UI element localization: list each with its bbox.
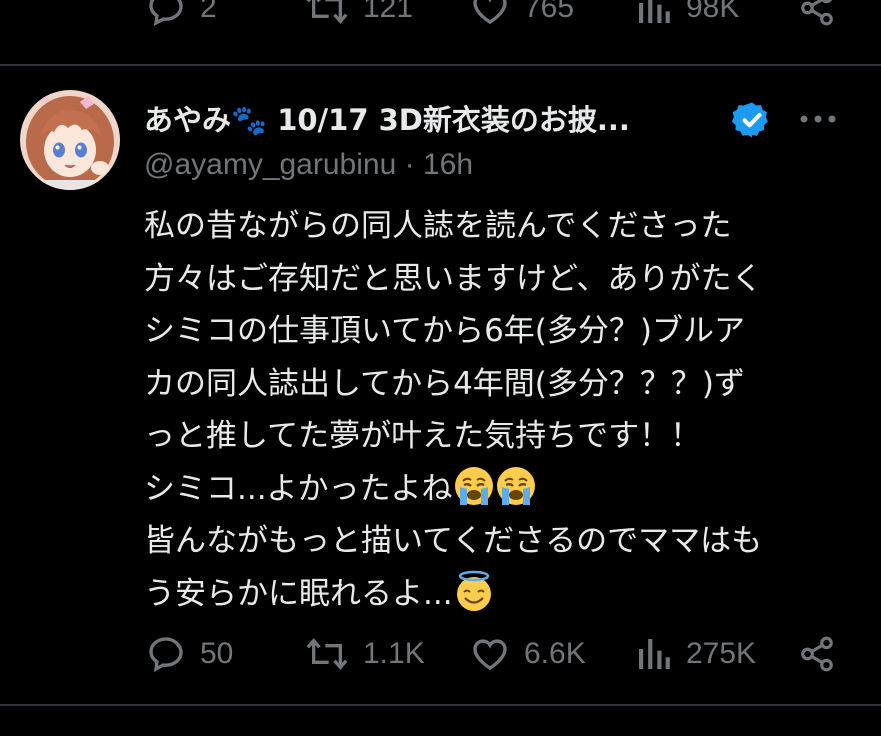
like-count: 6.6K	[524, 637, 586, 670]
tweet-text-line: 私の昔ながらの同人誌を読んでくださった	[144, 208, 732, 244]
prev-like-button[interactable]: 765	[470, 0, 574, 28]
repost-count: 1.1K	[363, 637, 425, 670]
views-button[interactable]: 275K	[636, 634, 756, 674]
reply-button[interactable]: 50	[146, 634, 233, 674]
views-count: 275K	[686, 637, 757, 670]
prev-like-count: 765	[524, 0, 575, 24]
tweet-text-segment: シミコ...よかったよね	[144, 470, 453, 507]
views-icon	[639, 639, 670, 669]
prev-reply-button[interactable]: 2	[146, 0, 217, 28]
tweet-text-line: 方々はご存知だと思いますけど、ありがたく	[144, 260, 763, 297]
repost-button[interactable]: 1.1K	[305, 634, 425, 674]
prev-repost-button[interactable]: 121	[305, 0, 413, 28]
more-options-icon[interactable]	[795, 104, 841, 134]
avatar-image	[20, 90, 120, 190]
prev-views-button[interactable]: 98K	[636, 0, 739, 28]
timestamp[interactable]: 16h	[423, 148, 473, 181]
handle[interactable]: @ayamy_garubinu	[144, 148, 396, 181]
prev-views-count: 98K	[686, 0, 740, 24]
crying-face-emoji	[496, 466, 535, 505]
prev-share-button[interactable]	[798, 0, 836, 28]
tweet-text-line: シミコの仕事頂いてから6年(多分？)ブルア	[144, 313, 745, 349]
handle-row: @ayamy_garubinu · 16h	[144, 148, 473, 182]
views-icon	[639, 0, 670, 23]
tweet[interactable]: あやみ🐾 10/17 3D新衣装のお披... @ayamy_garubinu ·…	[0, 66, 881, 702]
reply-icon	[149, 0, 183, 27]
tweet-actions: 50 1.1K 6.6K 275K	[0, 634, 881, 678]
repost-icon	[306, 638, 348, 670]
repost-icon	[306, 0, 348, 24]
halo-smile-emoji	[456, 570, 491, 611]
display-name-row[interactable]: あやみ🐾 10/17 3D新衣装のお披...	[144, 96, 630, 140]
reply-icon	[149, 637, 183, 673]
separator: ·	[404, 148, 415, 181]
share-button[interactable]	[798, 634, 836, 674]
tweet-text-line-with-emoji: シミコ...よかったよね	[144, 463, 864, 516]
tweet-text-line-with-emoji: う安らかに眠れるよ...	[144, 568, 864, 621]
like-icon	[473, 639, 507, 671]
reply-count: 50	[200, 637, 234, 670]
avatar[interactable]	[20, 90, 120, 190]
share-icon	[801, 636, 833, 672]
share-icon	[801, 0, 833, 26]
tweet-text-line: っと推してた夢が叶えた気持ちです！！	[144, 418, 702, 454]
tweet-divider-bottom	[0, 704, 881, 706]
prev-repost-count: 121	[363, 0, 414, 24]
display-name[interactable]: あやみ🐾 10/17 3D新衣装のお披...	[144, 97, 630, 139]
like-button[interactable]: 6.6K	[470, 634, 586, 674]
tweet-text: 私の昔ながらの同人誌を読んでくださった 方々はご存知だと思いますけど、ありがたく…	[144, 200, 864, 620]
crying-face-emoji	[454, 466, 493, 505]
tweet-text-line: 皆んながもっと描いてくださるのでママはも	[144, 523, 763, 559]
like-icon	[473, 0, 507, 25]
tweet-text-line: カの同人誌出してから4年間(多分？？？)ず	[144, 365, 745, 402]
tweet-text-segment: う安らかに眠れるよ...	[144, 575, 453, 612]
prev-reply-count: 2	[200, 0, 217, 24]
previous-tweet-actions: 2 121 765 98K	[0, 0, 881, 32]
verified-badge-icon[interactable]	[732, 100, 772, 140]
